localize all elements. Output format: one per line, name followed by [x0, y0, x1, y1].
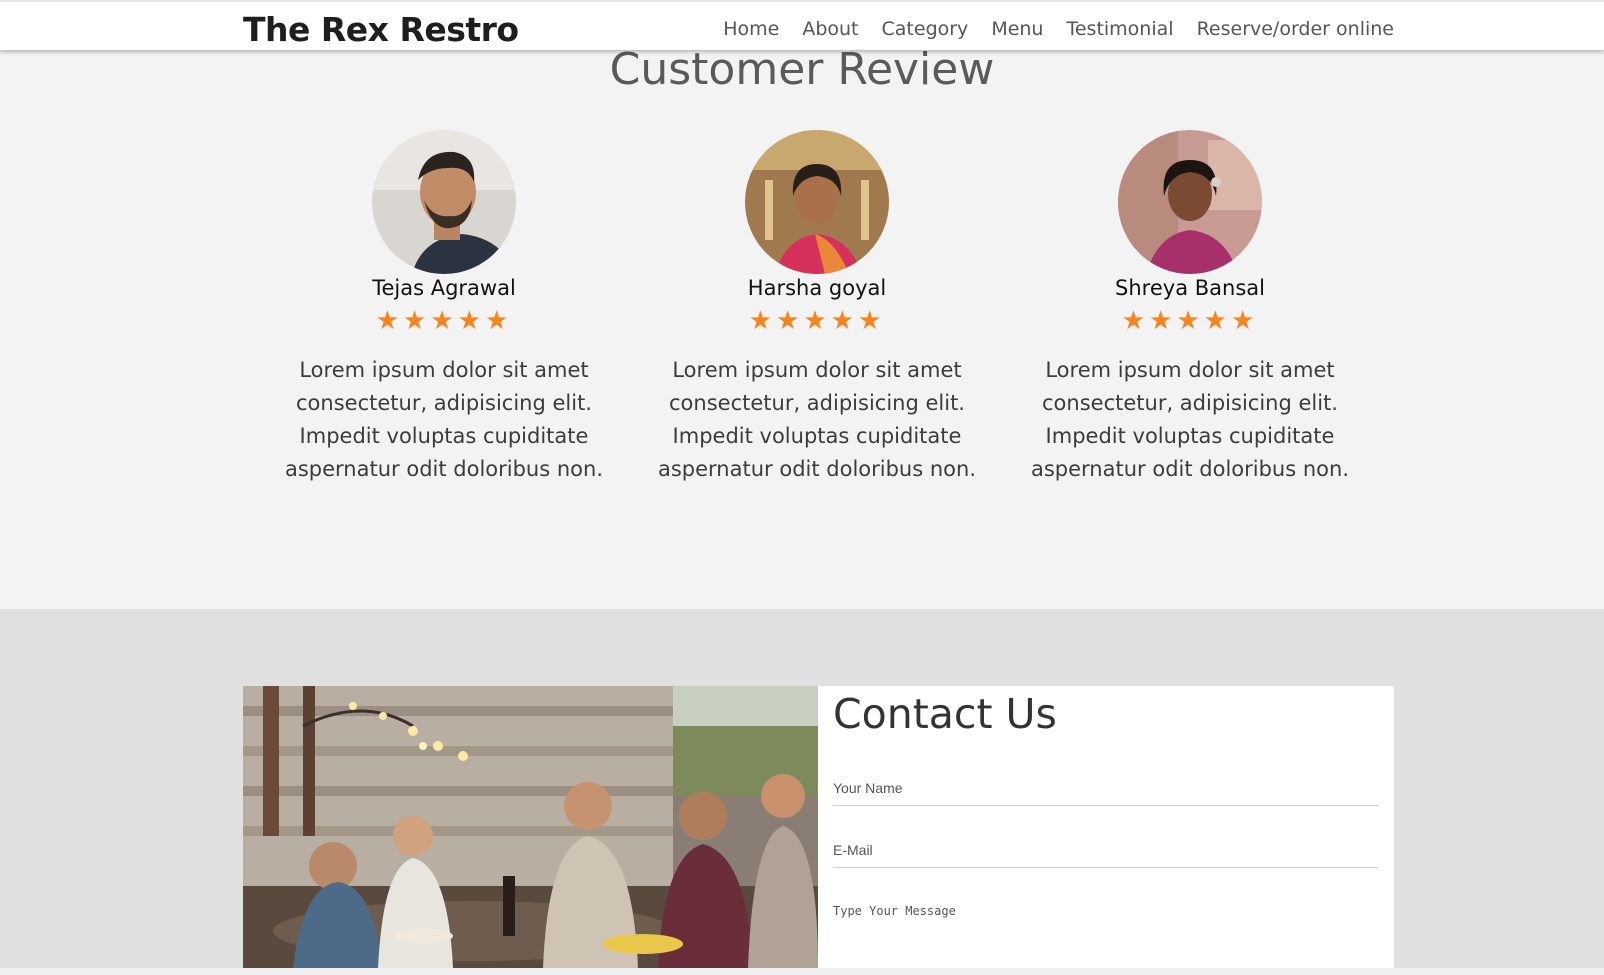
review-text: Lorem ipsum dolor sit amet consectetur, …: [284, 358, 603, 481]
rating-stars: ★★★★★: [748, 306, 886, 336]
name-input[interactable]: [833, 770, 1378, 806]
contact-title: Contact Us: [833, 690, 1057, 738]
nav-reserve-order[interactable]: Reserve/order online: [1197, 18, 1394, 40]
dining-group-image: [243, 686, 818, 968]
reviewer-name: Tejas Agrawal: [372, 276, 516, 300]
nav-menu[interactable]: Menu: [991, 18, 1043, 40]
review-text: Lorem ipsum dolor sit amet consectetur, …: [1030, 358, 1349, 481]
contact-form: Contact Us: [818, 686, 1394, 968]
navbar: The Rex Restro Home About Category Menu …: [0, 0, 1604, 50]
contact-section: Contact Us: [243, 686, 1394, 968]
brand-logo[interactable]: The Rex Restro: [243, 10, 519, 49]
reviewer-name: Shreya Bansal: [1115, 276, 1265, 300]
reviewer-avatar: [745, 130, 889, 274]
reviewer-avatar: [372, 130, 516, 274]
message-textarea[interactable]: [833, 892, 1378, 962]
review-card: Tejas Agrawal ★★★★★ Lorem ipsum dolor si…: [274, 130, 614, 486]
restaurant-photo: [243, 686, 818, 968]
nav-home[interactable]: Home: [723, 18, 779, 40]
reviewer-name: Harsha goyal: [747, 276, 887, 300]
review-card: Harsha goyal ★★★★★ Lorem ipsum dolor sit…: [647, 130, 987, 486]
review-card: Shreya Bansal ★★★★★ Lorem ipsum dolor si…: [1020, 130, 1360, 486]
nav-about[interactable]: About: [802, 18, 858, 40]
page-bottom-edge: [0, 968, 1604, 975]
rating-stars: ★★★★★: [1121, 306, 1259, 336]
nav-testimonial[interactable]: Testimonial: [1066, 18, 1173, 40]
rating-stars: ★★★★★: [375, 306, 513, 336]
nav-links: Home About Category Menu Testimonial Res…: [723, 18, 1394, 40]
section-title: Customer Review: [609, 44, 995, 95]
customer-review-section: Customer Review Tejas Agrawal ★★★★★ Lore…: [0, 44, 1604, 609]
nav-category[interactable]: Category: [882, 18, 969, 40]
email-input[interactable]: [833, 832, 1378, 868]
reviewer-avatar: [1118, 130, 1262, 274]
review-text: Lorem ipsum dolor sit amet consectetur, …: [657, 358, 976, 481]
